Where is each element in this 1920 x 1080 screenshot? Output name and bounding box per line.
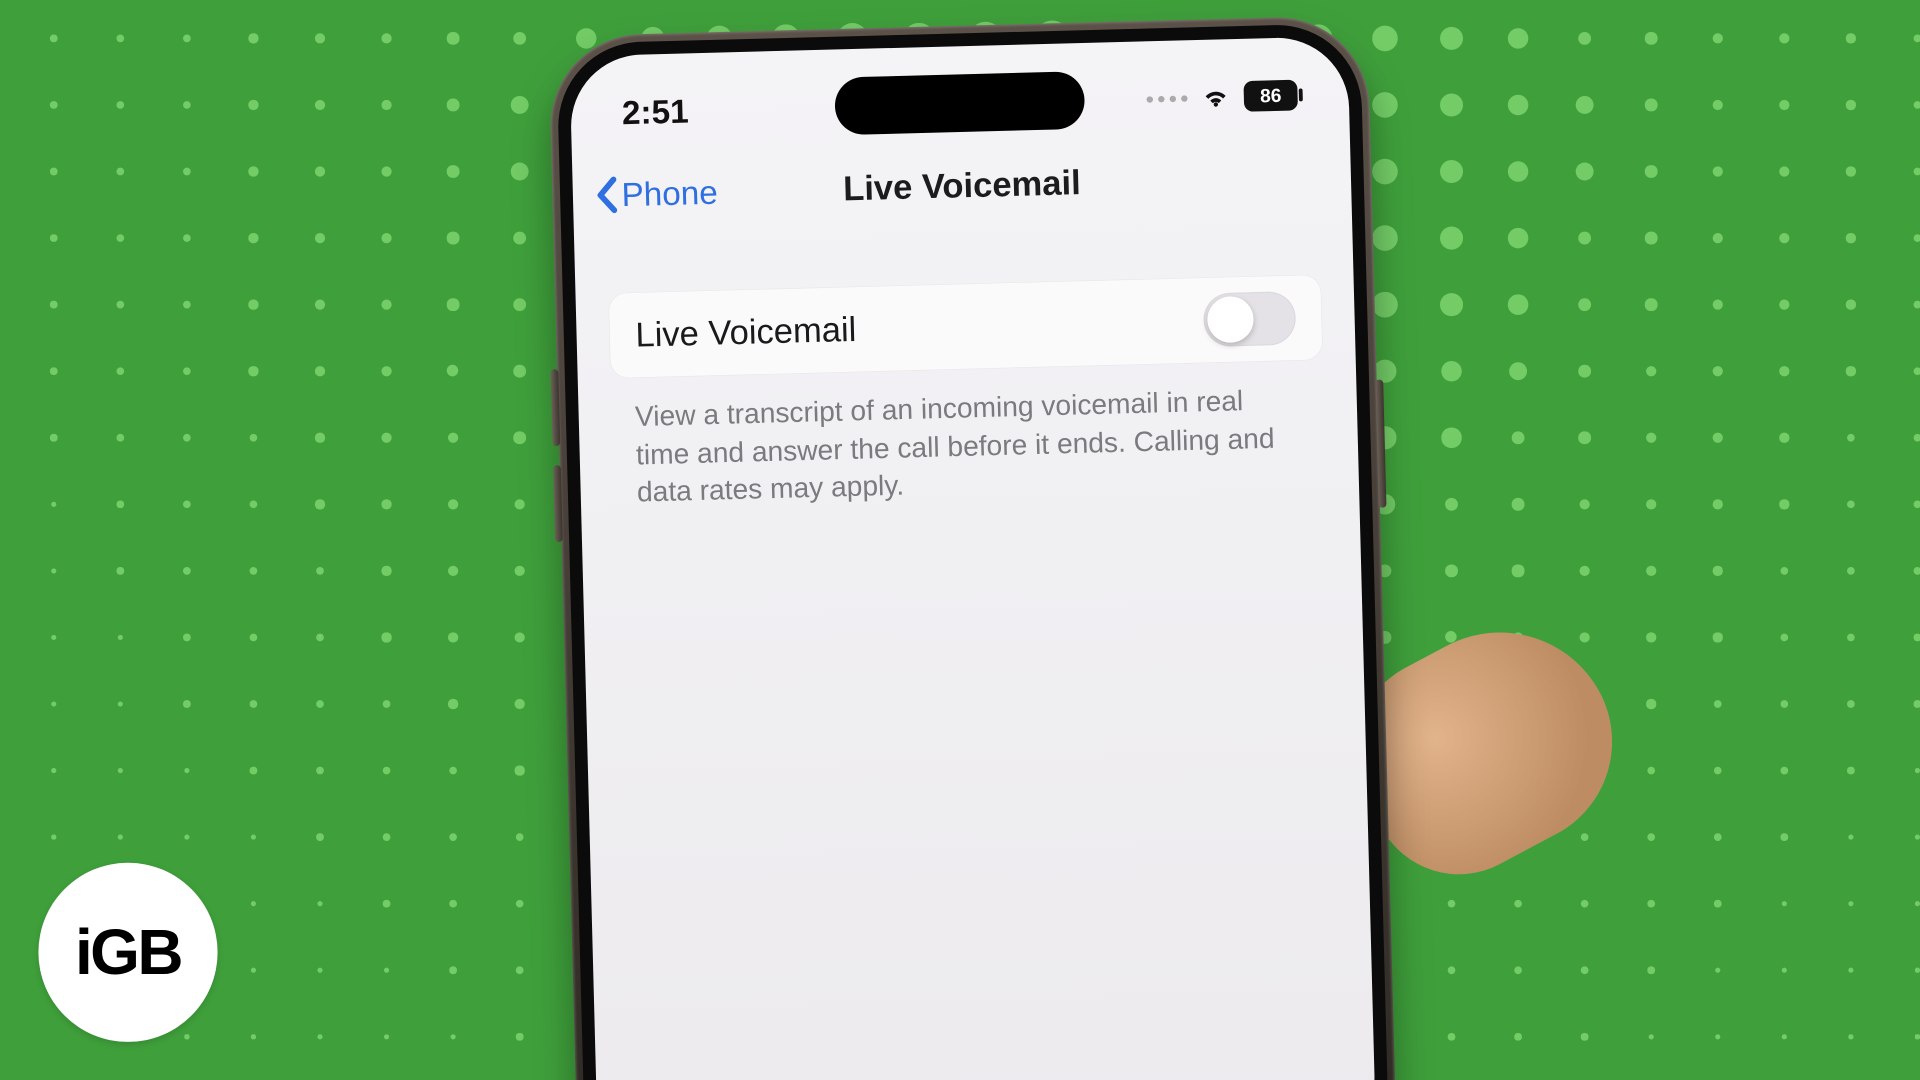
chevron-left-icon	[593, 176, 620, 215]
watermark-badge: iGB	[38, 863, 217, 1042]
live-voicemail-toggle[interactable]	[1203, 291, 1297, 347]
nav-bar: Phone Live Voicemail	[572, 141, 1352, 230]
iphone-screen: 2:51 86	[569, 36, 1376, 1080]
live-voicemail-row[interactable]: Live Voicemail	[609, 275, 1323, 378]
iphone-device: 2:51 86	[548, 15, 1397, 1080]
wifi-icon	[1200, 81, 1232, 113]
back-label: Phone	[621, 172, 718, 214]
stage: 2:51 86	[0, 0, 1920, 1080]
battery-indicator: 86	[1243, 80, 1298, 112]
status-time: 2:51	[621, 91, 689, 132]
live-voicemail-label: Live Voicemail	[635, 310, 857, 355]
battery-percent: 86	[1260, 85, 1282, 107]
cellular-dots-icon	[1146, 95, 1187, 102]
status-bar: 2:51 86	[570, 64, 1350, 143]
back-button[interactable]: Phone	[572, 172, 718, 215]
setting-footer-text: View a transcript of an incoming voicema…	[635, 380, 1303, 511]
watermark-text: iGB	[75, 915, 181, 989]
